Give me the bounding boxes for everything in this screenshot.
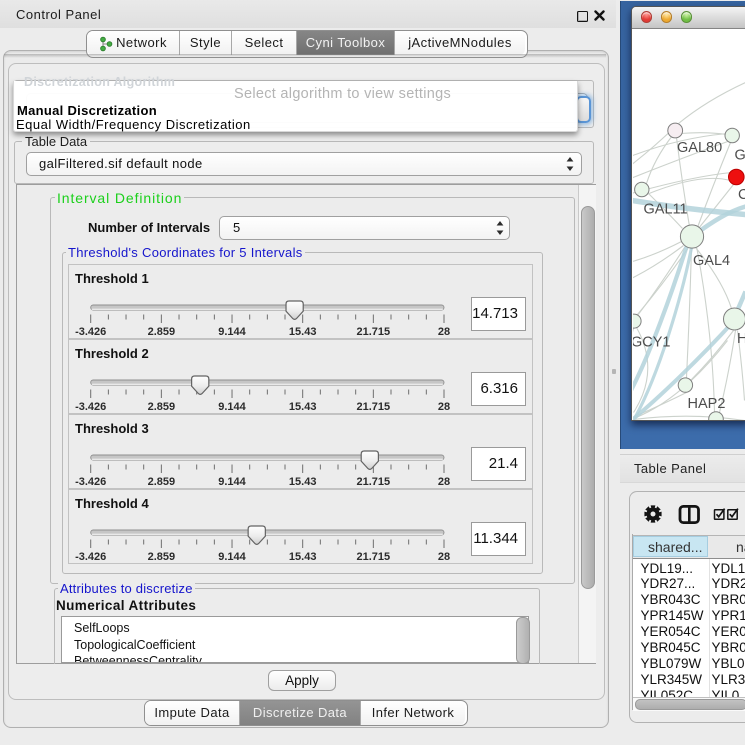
svg-text:GAL7: GAL7 bbox=[734, 147, 745, 163]
svg-text:2.859: 2.859 bbox=[148, 551, 176, 563]
svg-text:GCY1: GCY1 bbox=[633, 334, 671, 350]
svg-text:28: 28 bbox=[438, 476, 450, 488]
svg-text:GAL80: GAL80 bbox=[677, 140, 722, 156]
svg-text:28: 28 bbox=[438, 551, 450, 563]
svg-text:9.144: 9.144 bbox=[218, 401, 246, 413]
svg-text:21.715: 21.715 bbox=[357, 476, 391, 488]
svg-text:21.715: 21.715 bbox=[357, 401, 391, 413]
svg-text:15.43: 15.43 bbox=[289, 551, 317, 563]
svg-text:9.144: 9.144 bbox=[218, 476, 246, 488]
svg-text:9.144: 9.144 bbox=[218, 551, 246, 563]
svg-text:21.715: 21.715 bbox=[357, 551, 391, 563]
svg-text:15.43: 15.43 bbox=[289, 476, 317, 488]
svg-text:28: 28 bbox=[438, 401, 450, 413]
svg-text:9.144: 9.144 bbox=[218, 326, 246, 338]
svg-text:21.715: 21.715 bbox=[357, 326, 391, 338]
svg-text:CD: CD bbox=[738, 187, 745, 203]
svg-text:15.43: 15.43 bbox=[289, 401, 317, 413]
svg-text:2.859: 2.859 bbox=[148, 326, 176, 338]
svg-text:2.859: 2.859 bbox=[148, 401, 176, 413]
svg-text:GAL4: GAL4 bbox=[693, 253, 730, 269]
svg-text:HAP2: HAP2 bbox=[687, 396, 725, 412]
svg-text:GAL11: GAL11 bbox=[643, 201, 687, 217]
svg-text:-3.426: -3.426 bbox=[75, 476, 106, 488]
svg-text:15.43: 15.43 bbox=[289, 326, 317, 338]
svg-text:-3.426: -3.426 bbox=[75, 326, 106, 338]
svg-text:28: 28 bbox=[438, 326, 450, 338]
svg-text:2.859: 2.859 bbox=[148, 476, 176, 488]
svg-text:HI: HI bbox=[737, 331, 745, 347]
svg-text:-3.426: -3.426 bbox=[75, 551, 106, 563]
svg-text:-3.426: -3.426 bbox=[75, 401, 106, 413]
